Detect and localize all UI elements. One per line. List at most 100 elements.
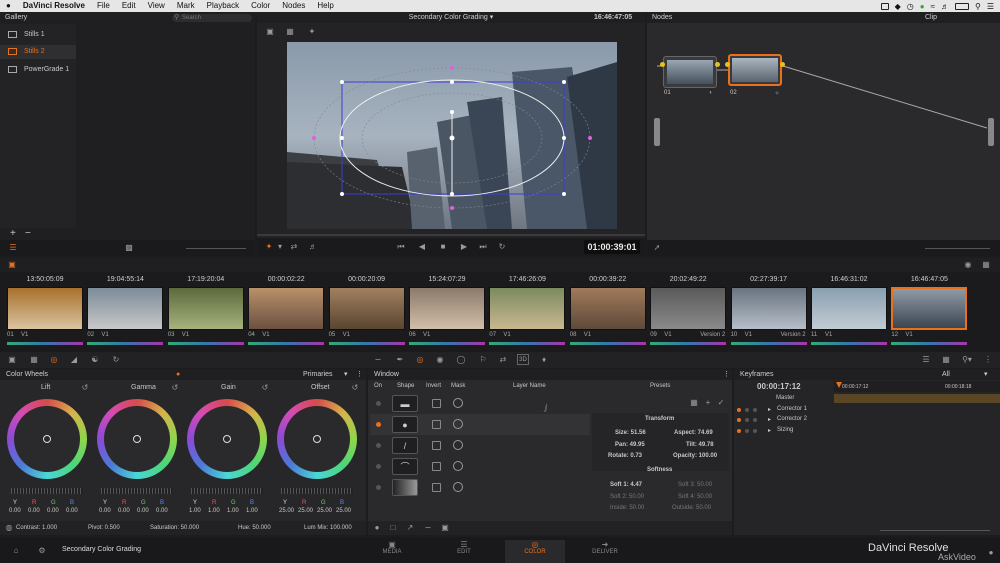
3d-icon[interactable]: 3D (517, 354, 529, 365)
color-wheels-icon[interactable]: ◎ (48, 354, 60, 365)
circle-window-icon[interactable]: ● (392, 416, 418, 433)
viewer-tool-dropdown-icon[interactable]: ▾ (276, 241, 284, 252)
presets-grid-icon[interactable]: ▦ (690, 398, 698, 407)
window-invert-checkbox[interactable] (432, 462, 441, 471)
menu-help[interactable]: Help (311, 0, 339, 12)
wheel-reset-icon[interactable]: ↺ (261, 383, 269, 392)
channel-value[interactable]: 1.00 (189, 508, 201, 514)
gallery-item-stills-2[interactable]: Stills 2 (0, 45, 76, 59)
menu-edit[interactable]: Edit (116, 0, 142, 12)
color-wheel-gain[interactable] (187, 399, 267, 479)
app-name-menu[interactable]: DaVinci Resolve (17, 0, 91, 12)
gallery-add-button[interactable]: + (10, 228, 16, 239)
channel-value[interactable]: 1.00 (246, 508, 258, 514)
menu-nodes[interactable]: Nodes (276, 0, 311, 12)
master-wheel-slider[interactable] (101, 488, 173, 494)
window-invert-checkbox[interactable] (432, 441, 441, 450)
keyframe-more-icon[interactable]: ⋮ (984, 354, 992, 365)
apple-icon[interactable]: ● (0, 0, 17, 12)
channel-value[interactable]: 0.00 (118, 508, 130, 514)
gallery-item-stills-1[interactable]: Stills 1 (0, 28, 76, 42)
viewer-image[interactable] (287, 42, 617, 229)
gallery-list-icon[interactable]: ☰ (8, 242, 18, 252)
channel-value[interactable]: 0.00 (9, 508, 21, 514)
menu-view[interactable]: View (142, 0, 171, 12)
gallery-mode-icon[interactable]: ▩ (124, 242, 134, 252)
channel-value[interactable]: 25.00 (336, 508, 351, 514)
keyframe-track-toggle[interactable] (753, 407, 757, 412)
window-on-toggle[interactable] (376, 422, 381, 427)
clip-thumbnail-08[interactable] (569, 287, 646, 330)
window-invert-checkbox[interactable] (432, 483, 441, 492)
screen-icon[interactable] (880, 2, 889, 10)
wheel-center-handle[interactable] (43, 435, 51, 443)
window-icon[interactable]: ◎ (414, 354, 426, 365)
keyframe-grid-icon[interactable]: ▦ (940, 354, 952, 365)
clip-thumbnail-10[interactable] (730, 287, 807, 330)
gallery-zoom-slider[interactable] (186, 248, 246, 249)
camera-raw-icon[interactable]: ▣ (6, 354, 18, 365)
blur-icon[interactable]: ◯ (455, 354, 467, 365)
transform-tilt[interactable]: Tilt: 49.78 (686, 442, 714, 448)
gallery-search-input[interactable]: ⚲ Search (172, 14, 252, 22)
viewer-pointer-tool-icon[interactable]: ✦ (262, 241, 276, 252)
softness-inside[interactable]: Inside: 50.00 (610, 505, 644, 511)
softness-soft4[interactable]: Soft 4: 50.00 (678, 494, 712, 500)
keyframe-search-icon[interactable]: ⚲▾ (960, 354, 974, 365)
list-icon[interactable]: ☰ (987, 2, 994, 11)
pivot-value[interactable]: Pivot: 0.500 (88, 525, 120, 531)
wheel-reset-icon[interactable]: ↺ (81, 383, 89, 392)
color-wheel-offset[interactable] (277, 399, 357, 479)
clip-thumbnail-06[interactable] (409, 287, 485, 330)
tracker-icon[interactable]: ◉ (434, 354, 446, 365)
color-wheels-more-icon[interactable]: ⋮ (356, 369, 363, 380)
auto-balance-icon[interactable]: ◍ (4, 522, 14, 532)
channel-value[interactable]: 25.00 (279, 508, 294, 514)
clip-thumbnail-09[interactable] (650, 287, 727, 330)
channel-value[interactable]: 0.00 (28, 508, 40, 514)
battery-icon[interactable] (954, 2, 969, 10)
hue-value[interactable]: Hue: 50.000 (238, 525, 271, 531)
circle-window-tool-icon[interactable]: □ (388, 522, 398, 532)
window-invert-checkbox[interactable] (432, 399, 441, 408)
timeline-image-icon[interactable]: ▣ (6, 259, 18, 270)
window-more-icon[interactable]: ⋮ (723, 369, 730, 380)
channel-value[interactable]: 25.00 (298, 508, 313, 514)
viewer-scrub-bar[interactable] (257, 234, 645, 236)
viewer-title-dropdown-icon[interactable]: ▾ (490, 14, 494, 21)
node-01-in-dot[interactable] (660, 62, 665, 67)
wheel-center-handle[interactable] (313, 435, 321, 443)
master-wheel-slider[interactable] (191, 488, 263, 494)
softness-soft2[interactable]: Soft 2: 50.00 (610, 494, 644, 500)
play-button[interactable]: ▶ (458, 241, 470, 252)
viewer-single-icon[interactable]: ▣ (264, 26, 276, 36)
curve-tool-icon[interactable]: ∽ (372, 354, 384, 365)
presets-add-icon[interactable]: + (704, 398, 712, 407)
keyframe-track-toggle[interactable] (745, 407, 749, 412)
viewer-split-icon[interactable]: ▦ (284, 26, 296, 36)
channel-value[interactable]: 1.00 (227, 508, 239, 514)
curve-window-icon[interactable]: ⌒ (392, 458, 418, 475)
window-mask-toggle[interactable] (453, 398, 463, 408)
window-row[interactable]: ● (370, 414, 590, 435)
node-02[interactable] (728, 54, 782, 86)
keyframes-filter-dropdown-icon[interactable]: ▾ (984, 369, 988, 380)
primaries-mode-dropdown[interactable]: Primaries (303, 369, 333, 380)
node-02-out-dot[interactable] (780, 62, 785, 67)
curves-icon[interactable]: ◢ (68, 354, 80, 365)
gradient-window-tool-icon[interactable]: ▣ (440, 522, 450, 532)
viewer-wipe-icon[interactable]: ✦ (306, 26, 318, 36)
input-port[interactable] (654, 118, 660, 146)
nodes-zoom-slider[interactable] (925, 248, 990, 249)
channel-value[interactable]: 1.00 (208, 508, 220, 514)
window-mask-toggle[interactable] (453, 440, 463, 450)
track-expand-icon[interactable]: ▸ (768, 427, 771, 434)
polygon-window-icon[interactable]: / (392, 437, 418, 454)
channel-value[interactable]: 0.00 (137, 508, 149, 514)
qualifier-icon[interactable]: ✒ (394, 354, 406, 365)
node-02-in-dot[interactable] (725, 62, 730, 67)
tab-media[interactable]: ▣ MEDIA (362, 540, 422, 563)
loop-button[interactable]: ↻ (496, 241, 508, 252)
window-on-toggle[interactable] (376, 401, 381, 406)
dropbox-icon[interactable]: ◆ (895, 2, 901, 11)
